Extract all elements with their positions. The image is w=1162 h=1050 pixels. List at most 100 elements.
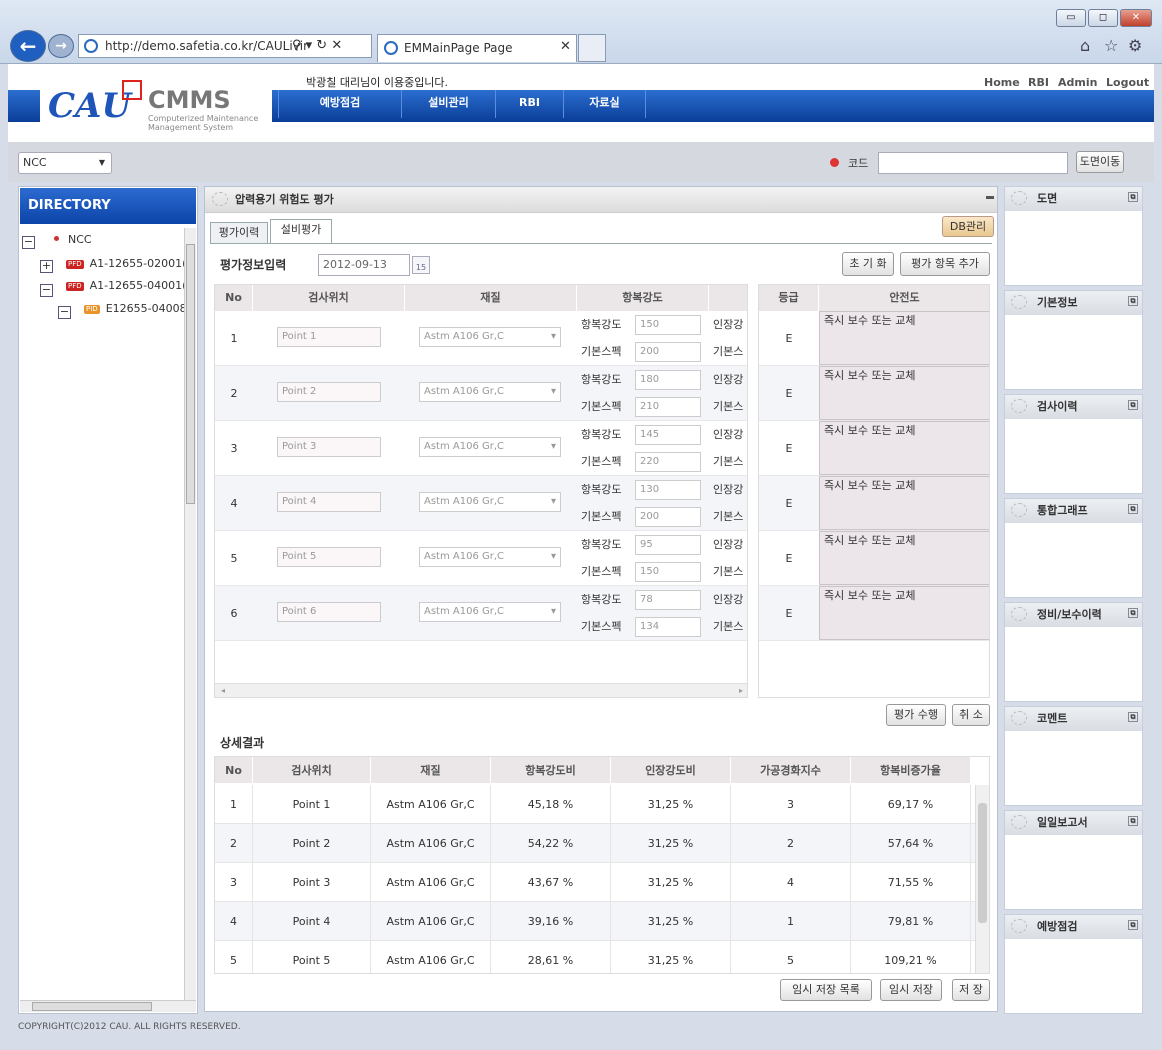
material-select[interactable]: Astm A106 Gr,C ▾ [419,547,561,567]
logout-link[interactable]: Logout [1106,76,1149,89]
logo[interactable]: CAU CMMS Computerized Maintenance Manage… [40,76,272,132]
side-panel-header[interactable]: 정비/보수이력 ⧉ [1005,603,1142,627]
spec-input[interactable]: 200 [635,342,701,362]
material-select[interactable]: Astm A106 Gr,C ▾ [419,327,561,347]
go-drawing-button[interactable]: 도면이동 [1076,151,1124,173]
calendar-icon[interactable]: 15 [412,256,430,274]
tree-pfd2[interactable]: PFD A1-12655-04001( [66,276,186,296]
close-window-button[interactable]: ✕ [1120,9,1152,27]
nav-equipment[interactable]: 설비관리 [402,90,496,118]
close-tab-icon[interactable]: ✕ [560,39,571,54]
db-manage-button[interactable]: DB관리 [942,216,994,237]
result-vscrollbar[interactable] [975,785,989,973]
input-hscrollbar[interactable]: ◂ ▸ [215,683,747,697]
save-button[interactable]: 저 장 [952,979,990,1001]
tree-pid[interactable]: PID E12655-04008 [84,299,186,319]
expand-icon[interactable]: ⧉ [1128,296,1138,306]
tree-root[interactable]: NCC [68,230,92,250]
yield-input[interactable]: 78 [635,590,701,610]
tab-evaluation[interactable]: 설비평가 [270,219,332,244]
search-icon[interactable]: ⚲ ▾ ↻ ✕ [292,38,342,53]
material-select[interactable]: Astm A106 Gr,C ▾ [419,437,561,457]
tree-pfd1[interactable]: PFD A1-12655-02001( [66,254,186,274]
nav-library[interactable]: 자료실 [564,90,646,118]
safety-value[interactable]: 즉시 보수 또는 교체 [819,366,989,420]
table-row[interactable]: 4 Point 4 Astm A106 Gr,C 39,16 % 31,25 % 1 79,… [215,902,975,941]
gear-icon[interactable]: ⚙ [1128,36,1142,55]
material-select[interactable]: Astm A106 Gr,C ▾ [419,492,561,512]
expand-icon[interactable]: ⧉ [1128,504,1138,514]
home-link[interactable]: Home [984,76,1020,89]
location-input[interactable]: Point 4 [277,492,381,512]
collapse-pid-icon[interactable]: − [58,306,71,319]
side-panel-header[interactable]: 도면 ⧉ [1005,187,1142,211]
spec-input[interactable]: 220 [635,452,701,472]
safety-value[interactable]: 즉시 보수 또는 교체 [819,586,989,640]
tab-history[interactable]: 평가이력 [210,222,268,244]
back-button[interactable]: ← [10,30,46,62]
spec-input[interactable]: 200 [635,507,701,527]
expand-icon[interactable]: ⧉ [1128,920,1138,930]
admin-link[interactable]: Admin [1058,76,1097,89]
expand-icon[interactable]: ⧉ [1128,608,1138,618]
spec-input[interactable]: 210 [635,397,701,417]
add-item-button[interactable]: 평가 항목 추가 [900,252,990,276]
rbi-link[interactable]: RBI [1028,76,1049,89]
yield-input[interactable]: 150 [635,315,701,335]
expand-icon[interactable]: ⧉ [1128,816,1138,826]
temp-save-button[interactable]: 임시 저장 [880,979,942,1001]
location-input[interactable]: Point 5 [277,547,381,567]
table-row[interactable]: 1 Point 1 Astm A106 Gr,C 45,18 % 31,25 % 3 69,… [215,785,975,824]
expand-icon[interactable]: ⧉ [1128,712,1138,722]
side-panel-header[interactable]: 통합그래프 ⧉ [1005,499,1142,523]
material-select[interactable]: Astm A106 Gr,C ▾ [419,382,561,402]
location-input[interactable]: Point 3 [277,437,381,457]
reset-button[interactable]: 초 기 화 [842,252,894,276]
forward-button[interactable]: → [48,34,74,58]
new-tab-button[interactable] [578,34,606,62]
cancel-button[interactable]: 취 소 [952,704,990,726]
site-select[interactable]: NCC ▼ [18,152,112,174]
browser-tab[interactable]: EMMainPage Page [377,34,577,62]
collapse-pfd2-icon[interactable]: − [40,284,53,297]
location-input[interactable]: Point 2 [277,382,381,402]
temp-list-button[interactable]: 임시 저장 목록 [780,979,872,1001]
result-vscroll-thumb[interactable] [978,803,987,923]
home-icon[interactable]: ⌂ [1080,36,1090,55]
yield-input[interactable]: 180 [635,370,701,390]
yield-input[interactable]: 95 [635,535,701,555]
spec-input[interactable]: 134 [635,617,701,637]
side-panel-header[interactable]: 기본정보 ⧉ [1005,291,1142,315]
maximize-button[interactable]: ◻ [1088,9,1118,27]
tree-hscroll-thumb[interactable] [32,1002,152,1011]
material-select[interactable]: Astm A106 Gr,C ▾ [419,602,561,622]
expand-pfd1-icon[interactable]: + [40,260,53,273]
table-row[interactable]: 3 Point 3 Astm A106 Gr,C 43,67 % 31,25 % 4 71,… [215,863,975,902]
panel-minimize-icon[interactable] [986,196,994,199]
yield-input[interactable]: 130 [635,480,701,500]
location-input[interactable]: Point 6 [277,602,381,622]
tree-hscrollbar[interactable] [20,1000,196,1012]
nav-preventive[interactable]: 예방점검 [278,90,402,118]
safety-value[interactable]: 즉시 보수 또는 교체 [819,476,989,530]
run-eval-button[interactable]: 평가 수행 [886,704,946,726]
tree-vscrollbar[interactable] [184,228,196,1000]
table-row[interactable]: 5 Point 5 Astm A106 Gr,C 28,61 % 31,25 % 5 109… [215,941,975,973]
date-input[interactable]: 2012-09-13 [318,254,410,276]
favorites-star-icon[interactable]: ☆ [1104,36,1118,55]
code-input[interactable] [878,152,1068,174]
expand-icon[interactable]: ⧉ [1128,192,1138,202]
safety-value[interactable]: 즉시 보수 또는 교체 [819,531,989,585]
table-row[interactable]: 2 Point 2 Astm A106 Gr,C 54,22 % 31,25 % 2 57,… [215,824,975,863]
collapse-root-icon[interactable]: − [22,236,35,249]
safety-value[interactable]: 즉시 보수 또는 교체 [819,311,989,365]
spec-input[interactable]: 150 [635,562,701,582]
nav-rbi[interactable]: RBI [496,90,564,118]
location-input[interactable]: Point 1 [277,327,381,347]
side-panel-header[interactable]: 일일보고서 ⧉ [1005,811,1142,835]
side-panel-header[interactable]: 검사이력 ⧉ [1005,395,1142,419]
safety-value[interactable]: 즉시 보수 또는 교체 [819,421,989,475]
tree-vscroll-thumb[interactable] [186,244,195,504]
side-panel-header[interactable]: 코멘트 ⧉ [1005,707,1142,731]
expand-icon[interactable]: ⧉ [1128,400,1138,410]
